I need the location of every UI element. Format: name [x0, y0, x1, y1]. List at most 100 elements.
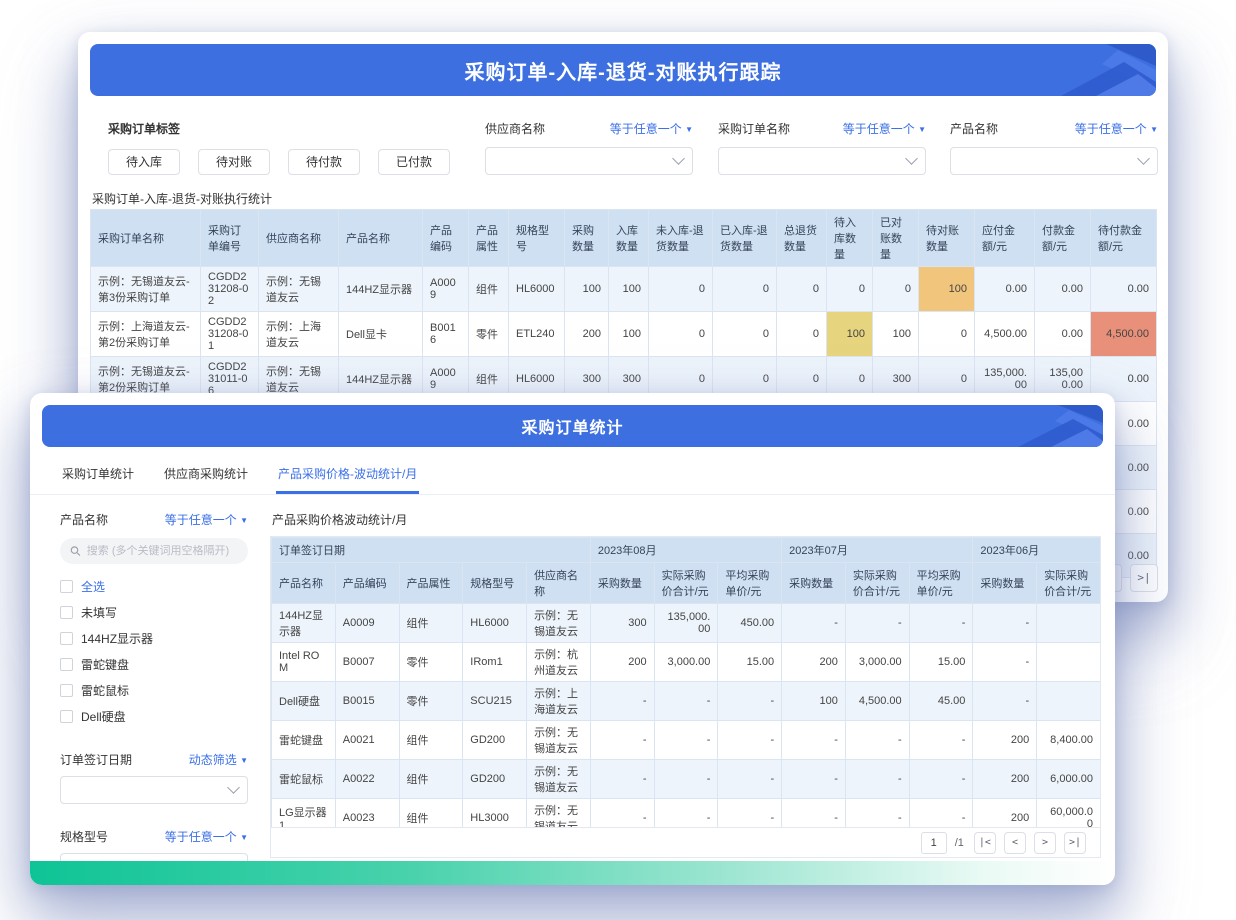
table-cell: GD200	[463, 760, 527, 799]
filter-product-operator-link[interactable]: 等于任意一个 ▼	[1075, 120, 1158, 137]
tag-button[interactable]: 待对账	[198, 149, 270, 175]
table-cell: 组件	[399, 799, 463, 828]
next-page-button[interactable]: >	[1034, 832, 1056, 854]
column-header: 入库数量	[609, 210, 649, 267]
triangle-down-icon: ▼	[240, 756, 248, 765]
page-total-label: /1	[955, 837, 964, 849]
table-cell: -	[654, 682, 718, 721]
table-cell: A0009	[423, 267, 469, 312]
spec-filter-label: 规格型号	[60, 828, 108, 845]
date-filter-label: 订单签订日期	[60, 751, 132, 768]
checkbox[interactable]	[60, 710, 73, 723]
table-cell: 200	[565, 312, 609, 357]
tracking-table-title: 采购订单-入库-退货-对账执行统计	[92, 190, 1156, 207]
filter-product-select[interactable]	[950, 147, 1158, 175]
table-cell: 45.00	[909, 682, 973, 721]
stats-pagination: /1 |< < > >|	[271, 827, 1100, 857]
checkbox[interactable]	[60, 632, 73, 645]
chevron-down-icon	[1137, 152, 1150, 165]
table-cell: 200	[782, 643, 846, 682]
column-header: 付款金额/元	[1035, 210, 1091, 267]
table-cell: -	[909, 799, 973, 828]
table-cell: SCU215	[463, 682, 527, 721]
table-cell: 组件	[399, 721, 463, 760]
table-cell: 6,000.00	[1037, 760, 1100, 799]
table-cell: 200	[973, 799, 1037, 828]
table-cell: 示例：上海道友云	[527, 682, 591, 721]
tab-2[interactable]: 产品采购价格-波动统计/月	[276, 459, 419, 494]
table-cell: 0	[777, 312, 827, 357]
column-header: 产品编码	[423, 210, 469, 267]
table-cell: 144HZ显示器	[339, 267, 423, 312]
table-cell: 0	[873, 267, 919, 312]
column-header: 规格型号	[463, 563, 527, 604]
column-header: 平均采购单价/元	[909, 563, 973, 604]
tag-button[interactable]: 已付款	[378, 149, 450, 175]
triangle-down-icon: ▼	[240, 516, 248, 525]
table-cell: -	[845, 604, 909, 643]
first-page-button[interactable]: |<	[974, 832, 996, 854]
tag-button[interactable]: 待付款	[288, 149, 360, 175]
table-cell: Dell显卡	[339, 312, 423, 357]
date-filter-select[interactable]	[60, 776, 248, 804]
table-row: 示例：无锡道友云-第3份采购订单CGDD231208-02示例：无锡道友云144…	[91, 267, 1157, 312]
table-cell: -	[654, 799, 718, 828]
table-cell: -	[782, 721, 846, 760]
tab-0[interactable]: 采购订单统计	[60, 459, 136, 494]
column-header: 待付款金额/元	[1091, 210, 1157, 267]
chevron-down-icon	[227, 781, 240, 794]
option-label: 144HZ显示器	[81, 630, 153, 647]
table-cell: -	[845, 799, 909, 828]
table-cell: 0.00	[1091, 267, 1157, 312]
prev-page-button[interactable]: <	[1004, 832, 1026, 854]
table-cell: 0.00	[1035, 267, 1091, 312]
group-header: 2023年06月	[973, 538, 1100, 563]
table-row: 144HZ显示器A0009组件HL6000示例：无锡道友云300135,000.…	[272, 604, 1101, 643]
column-header: 已入库-退货数量	[713, 210, 777, 267]
table-cell: -	[845, 760, 909, 799]
checkbox[interactable]	[60, 580, 73, 593]
tab-1[interactable]: 供应商采购统计	[162, 459, 250, 494]
table-cell: -	[845, 721, 909, 760]
filter-supplier-operator-link[interactable]: 等于任意一个 ▼	[610, 120, 693, 137]
table-cell: 100	[609, 312, 649, 357]
checkbox[interactable]	[60, 658, 73, 671]
triangle-down-icon: ▼	[240, 833, 248, 842]
table-row: 示例：上海道友云-第2份采购订单CGDD231208-01示例：上海道友云Del…	[91, 312, 1157, 357]
product-filter-operator-link[interactable]: 等于任意一个 ▼	[165, 511, 248, 528]
table-cell: 0	[649, 312, 713, 357]
tracking-window-title: 采购订单-入库-退货-对账执行跟踪	[465, 56, 782, 85]
banner-decoration	[1006, 44, 1156, 96]
stats-main-pane: 产品采购价格波动统计/月 订单签订日期2023年08月2023年07月2023年…	[270, 511, 1101, 885]
triangle-down-icon: ▼	[918, 125, 926, 134]
column-header: 待入库数量	[827, 210, 873, 267]
table-cell: -	[973, 643, 1037, 682]
tag-button-row: 待入库待对账待付款已付款	[108, 149, 450, 175]
filter-order-name-select[interactable]	[718, 147, 926, 175]
spec-filter-operator-link[interactable]: 等于任意一个 ▼	[165, 828, 248, 845]
stats-sidebar: 产品名称 等于任意一个 ▼ 全选未填写144HZ显示器雷蛇键盘雷蛇鼠标Dell硬…	[60, 511, 248, 885]
column-header: 产品名称	[272, 563, 336, 604]
page-number-input[interactable]	[921, 832, 947, 854]
column-header: 实际采购价合计/元	[654, 563, 718, 604]
checkbox[interactable]	[60, 684, 73, 697]
last-page-button[interactable]: >|	[1064, 832, 1086, 854]
table-cell: 示例：上海道友云	[259, 312, 339, 357]
checkbox[interactable]	[60, 606, 73, 619]
stats-table-scroll[interactable]: 订单签订日期2023年08月2023年07月2023年06月 产品名称产品编码产…	[271, 537, 1100, 827]
tag-button[interactable]: 待入库	[108, 149, 180, 175]
table-cell: -	[654, 721, 718, 760]
filter-order-name-operator-link[interactable]: 等于任意一个 ▼	[843, 120, 926, 137]
chevron-down-icon	[672, 152, 685, 165]
table-cell: 15.00	[718, 643, 782, 682]
product-search-input[interactable]	[87, 545, 238, 557]
column-header: 产品属性	[469, 210, 509, 267]
table-cell: -	[973, 604, 1037, 643]
tracking-last-page-button[interactable]: >|	[1130, 564, 1158, 592]
date-filter-operator-link[interactable]: 动态筛选 ▼	[189, 751, 248, 768]
banner-decoration	[973, 405, 1103, 447]
table-cell: 0.00	[975, 267, 1035, 312]
column-header: 实际采购价合计/元	[1037, 563, 1100, 604]
table-cell: -	[909, 604, 973, 643]
filter-supplier-select[interactable]	[485, 147, 693, 175]
